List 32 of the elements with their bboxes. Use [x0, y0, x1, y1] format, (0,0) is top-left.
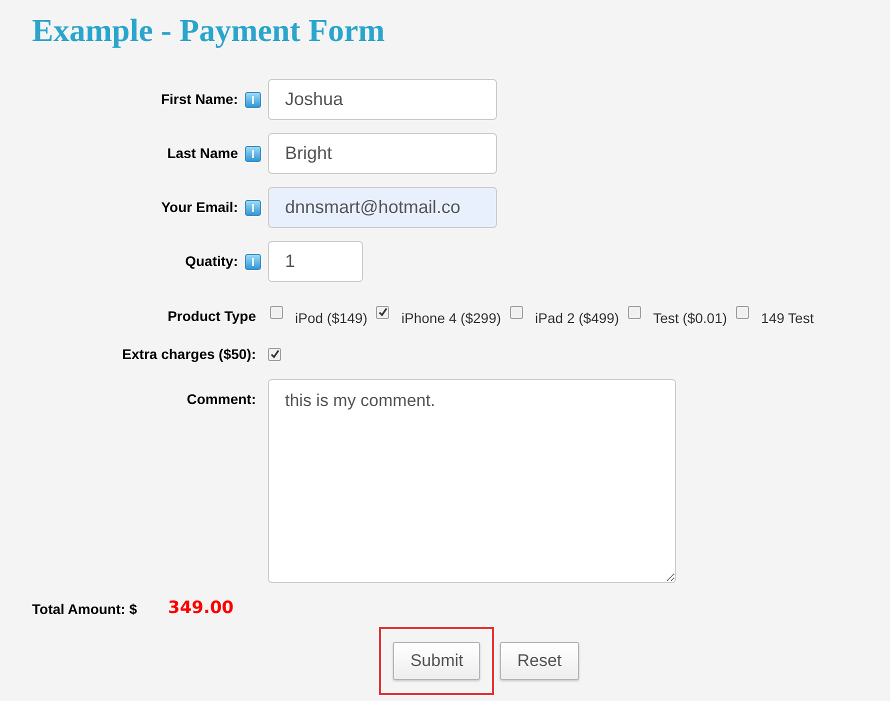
option-label: iPad 2 ($499): [535, 308, 620, 328]
info-icon[interactable]: [245, 200, 261, 216]
field-label: Quatity:: [185, 252, 238, 271]
field-label: First Name:: [160, 90, 238, 109]
option-label: 149 Test: [761, 308, 814, 328]
total-amount: 349.00: [168, 597, 234, 620]
option-label: iPod ($149): [295, 308, 368, 328]
text-field[interactable]: Joshua: [268, 79, 497, 120]
page-title: Example - Payment Form: [31, 11, 386, 50]
field-label: Comment:: [186, 390, 256, 409]
field-label: Product Type: [168, 306, 256, 326]
checkbox[interactable]: [510, 306, 524, 318]
total-label: Total Amount: $: [32, 600, 138, 618]
info-icon[interactable]: [245, 146, 261, 162]
checkbox[interactable]: [628, 306, 642, 318]
checkbox[interactable]: [376, 306, 390, 318]
info-icon[interactable]: [245, 92, 261, 108]
text-field[interactable]: Bright: [268, 133, 497, 174]
info-icon[interactable]: [245, 254, 261, 270]
comment-field[interactable]: this is my comment.: [268, 379, 676, 583]
text-field[interactable]: dnnsmart@hotmail.co: [268, 187, 497, 228]
checkbox[interactable]: [736, 306, 750, 318]
checkbox[interactable]: [270, 306, 283, 318]
option-label: Test ($0.01): [653, 308, 728, 328]
form-button[interactable]: Submit: [393, 642, 480, 680]
form-button[interactable]: Reset: [500, 642, 579, 680]
field-label: Extra charges ($50):: [122, 344, 256, 364]
option-label: iPhone 4 ($299): [401, 308, 502, 328]
text-field[interactable]: 1: [268, 241, 363, 282]
field-label: Last Name: [167, 144, 238, 163]
field-label: Your Email:: [161, 198, 238, 217]
checkbox[interactable]: [268, 348, 281, 360]
